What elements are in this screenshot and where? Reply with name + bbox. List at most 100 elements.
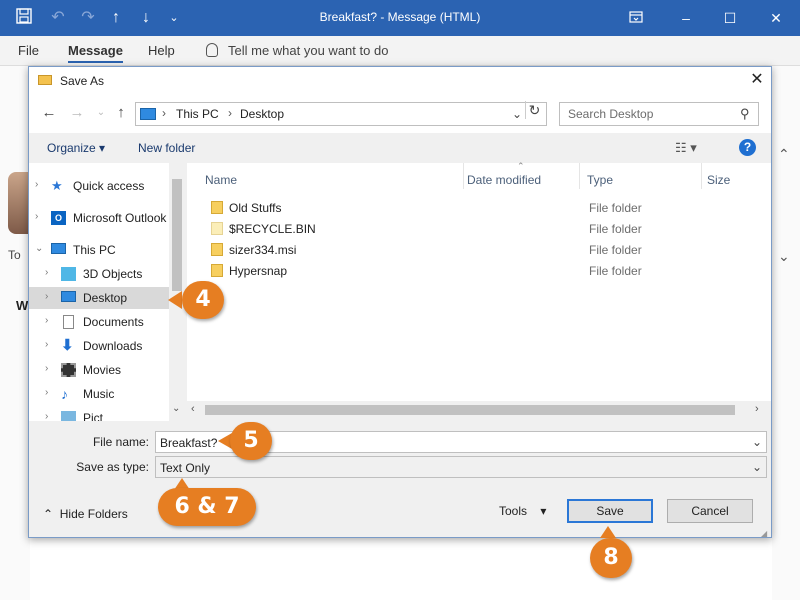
nav-item-pictures[interactable]: › Pict <box>29 407 169 421</box>
expand-icon[interactable]: › <box>45 363 48 374</box>
expand-icon[interactable]: › <box>45 291 48 302</box>
save-as-type-dropdown-icon[interactable]: ⌄ <box>752 460 762 474</box>
breadcrumb-this-pc[interactable]: This PC <box>176 107 219 121</box>
file-name-dropdown-icon[interactable]: ⌄ <box>752 435 762 449</box>
chevron-down-icon[interactable]: ⌄ <box>778 248 790 265</box>
column-header-date[interactable]: Date modified <box>467 173 541 187</box>
column-divider <box>579 163 580 189</box>
nav-label: Pict <box>83 411 104 421</box>
forward-icon[interactable]: → <box>69 105 85 121</box>
back-icon[interactable]: ← <box>41 105 57 121</box>
scroll-right-icon[interactable]: › <box>755 403 759 415</box>
nav-item-3d-objects[interactable]: › 3D Objects <box>29 263 169 285</box>
nav-item-documents[interactable]: › Documents <box>29 311 169 333</box>
expand-icon[interactable]: › <box>45 267 48 278</box>
collapse-icon[interactable]: ⌄ <box>35 243 43 254</box>
file-name-label: File name: <box>92 435 149 449</box>
column-header-name[interactable]: Name <box>205 173 237 187</box>
lightbulb-icon <box>206 43 218 57</box>
nav-label: Desktop <box>83 291 128 305</box>
folder-icon <box>211 201 223 214</box>
nav-item-desktop[interactable]: › Desktop <box>29 287 169 309</box>
tab-help[interactable]: Help <box>148 43 175 58</box>
nav-item-microsoft-outlook[interactable]: › O Microsoft Outlook <box>29 207 169 229</box>
up-folder-icon[interactable]: ↑ <box>113 105 129 121</box>
envelope-icon <box>38 75 52 85</box>
expand-icon[interactable]: › <box>35 211 38 222</box>
file-name-value: Breakfast? <box>160 436 218 450</box>
column-header-size[interactable]: Size <box>707 173 730 187</box>
refresh-icon[interactable]: ↻ <box>525 101 543 119</box>
save-as-dialog: Save As ✕ ← → ⌄ ↑ › This PC › Desktop ⌄ … <box>28 66 772 538</box>
left-strip <box>0 66 30 600</box>
tools-label: Tools <box>499 504 528 518</box>
scrollbar-thumb[interactable] <box>205 405 735 415</box>
save-button[interactable]: Save <box>567 499 653 523</box>
star-icon: ★ <box>51 178 63 193</box>
dialog-toolbar: Organize ▾ New folder ☷ ▾ ? <box>29 133 771 161</box>
close-dialog-icon[interactable]: ✕ <box>747 70 767 90</box>
expand-icon[interactable]: › <box>35 179 38 190</box>
expand-icon[interactable]: › <box>45 339 48 350</box>
new-folder-button[interactable]: New folder <box>138 141 195 155</box>
file-row[interactable]: Old Stuffs File folder <box>205 197 725 218</box>
callout-pointer <box>168 291 182 309</box>
file-row[interactable]: Hypersnap File folder <box>205 260 725 281</box>
address-bar[interactable]: › This PC › Desktop ⌄ <box>135 102 547 126</box>
tab-message[interactable]: Message <box>68 43 123 63</box>
nav-label: Quick access <box>73 179 145 193</box>
maximize-icon[interactable]: ☐ <box>720 8 740 28</box>
help-icon[interactable]: ? <box>739 139 756 156</box>
tell-me-box[interactable]: Tell me what you want to do <box>206 43 388 58</box>
folder-icon <box>211 264 223 277</box>
expand-icon[interactable]: › <box>45 387 48 398</box>
nav-label: Microsoft Outlook <box>73 211 167 225</box>
nav-label: This PC <box>73 243 116 257</box>
file-row[interactable]: $RECYCLE.BIN File folder <box>205 218 725 239</box>
column-header-type[interactable]: Type <box>587 173 613 187</box>
nav-label: Downloads <box>83 339 143 353</box>
movie-icon <box>61 363 76 377</box>
save-as-type-value: Text Only <box>160 461 211 475</box>
sort-indicator-icon: ⌃ <box>517 161 525 171</box>
music-icon: ♪ <box>61 386 68 402</box>
scroll-down-icon[interactable]: ⌄ <box>172 403 180 414</box>
chevron-up-icon[interactable]: ⌃ <box>778 146 790 163</box>
callout-pointer <box>600 526 616 538</box>
tell-me-text: Tell me what you want to do <box>228 43 389 58</box>
organize-button[interactable]: Organize ▾ <box>47 141 105 155</box>
minimize-icon[interactable]: – <box>676 8 696 28</box>
hide-folders-button[interactable]: ⌃ Hide Folders <box>43 507 128 521</box>
hide-folders-label: Hide Folders <box>59 507 128 521</box>
scrollbar-thumb[interactable] <box>172 179 182 291</box>
close-window-icon[interactable]: ✕ <box>766 8 786 28</box>
nav-item-movies[interactable]: › Movies <box>29 359 169 381</box>
view-options-icon[interactable]: ☷ ▾ <box>675 140 697 156</box>
file-type: File folder <box>589 243 642 257</box>
save-as-type-label: Save as type: <box>76 460 149 474</box>
message-text-fragment: W <box>16 298 29 313</box>
address-dropdown-icon[interactable]: ⌄ <box>512 107 522 121</box>
file-type: File folder <box>589 222 642 236</box>
cancel-button[interactable]: Cancel <box>667 499 753 523</box>
scroll-left-icon[interactable]: ‹ <box>191 403 195 415</box>
recent-locations-icon[interactable]: ⌄ <box>93 105 109 121</box>
navigation-row: ← → ⌄ ↑ › This PC › Desktop ⌄ ↻ Search D… <box>29 95 771 133</box>
breadcrumb-desktop[interactable]: Desktop <box>240 107 284 121</box>
tools-button[interactable]: Tools ▾ <box>499 504 546 518</box>
file-row[interactable]: sizer334.msi File folder <box>205 239 725 260</box>
desktop-icon <box>61 291 76 302</box>
nav-item-music[interactable]: › ♪ Music <box>29 383 169 405</box>
nav-label: Music <box>83 387 115 401</box>
nav-item-quick-access[interactable]: › ★ Quick access <box>29 175 169 197</box>
file-list-horizontal-scrollbar[interactable]: ‹ › <box>187 401 771 419</box>
search-input[interactable]: Search Desktop ⚲ <box>559 102 759 126</box>
nav-item-this-pc[interactable]: ⌄ This PC <box>29 239 169 261</box>
ribbon-display-icon[interactable] <box>626 8 646 28</box>
expand-icon[interactable]: › <box>45 411 48 421</box>
chevron-up-icon: ⌃ <box>43 507 54 521</box>
nav-item-downloads[interactable]: › ⬇ Downloads <box>29 335 169 357</box>
tab-file[interactable]: File <box>18 43 39 58</box>
expand-icon[interactable]: › <box>45 315 48 326</box>
resize-grip-icon[interactable]: ◢ <box>761 529 767 538</box>
